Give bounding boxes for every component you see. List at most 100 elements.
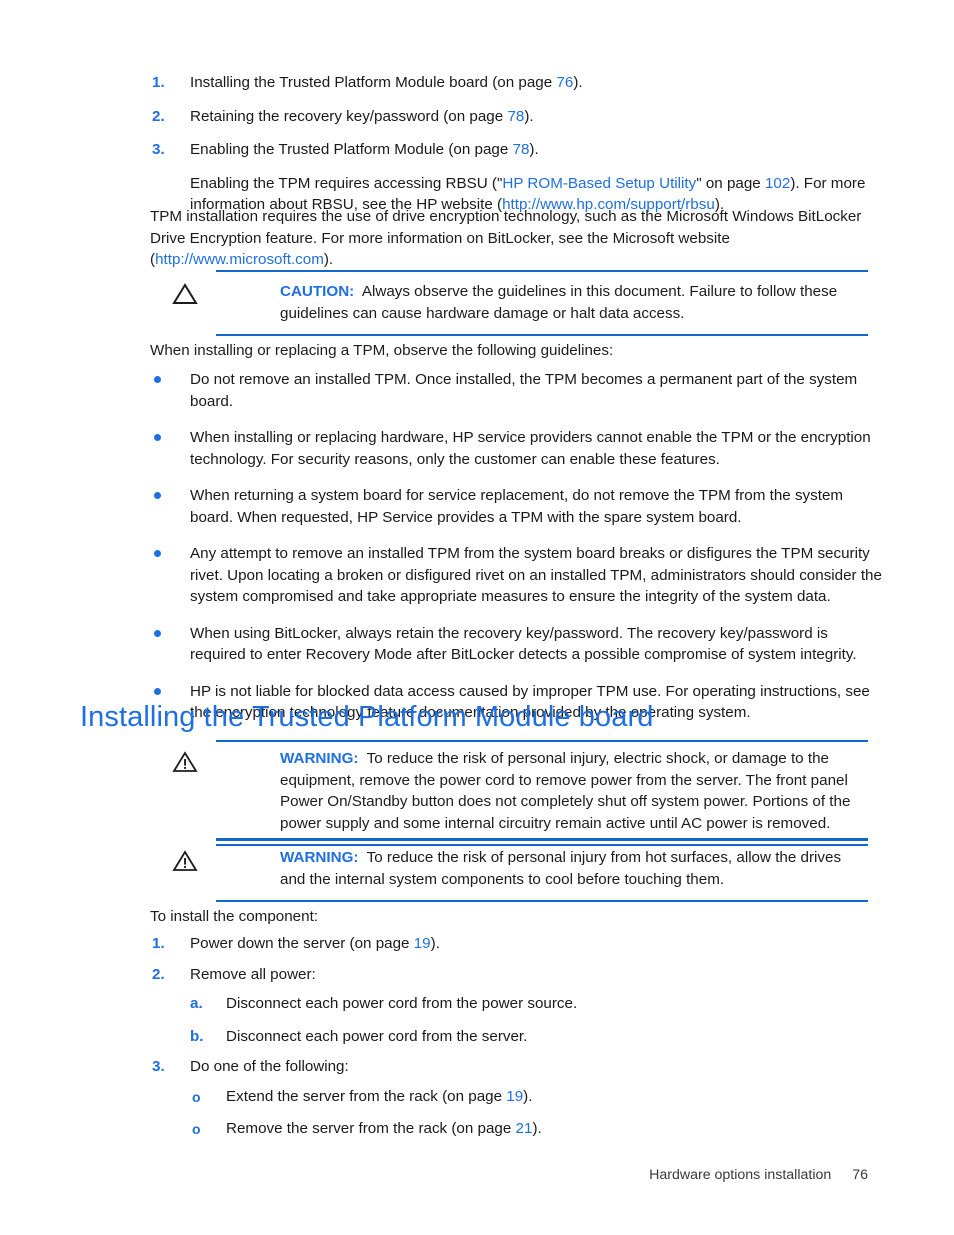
footer-section-label: Hardware options installation [649, 1167, 832, 1183]
document-page: 1. Installing the Trusted Platform Modul… [0, 0, 954, 1235]
caution-bottom-rule [216, 334, 868, 336]
caution-text: CAUTION: Always observe the guidelines i… [280, 283, 837, 322]
list-item: 2. Remove all power: a. Disconnect each … [142, 964, 882, 1048]
warning-admonition-2: WARNING: To reduce the risk of personal … [140, 838, 868, 902]
page-reference-link[interactable]: 76 [556, 74, 573, 91]
caution-triangle-icon [172, 282, 198, 306]
list-marker: o [192, 1088, 201, 1105]
step-text: Installing the Trusted Platform Module b… [190, 74, 557, 91]
bullet-icon [154, 376, 161, 383]
bullet-icon [154, 550, 161, 557]
guideline-text: When installing or replacing hardware, H… [190, 429, 871, 468]
warning-2-bottom-rule [216, 900, 868, 902]
warning-triangle-icon [172, 849, 198, 873]
list-marker: 1. [152, 935, 165, 952]
warning-1-body: WARNING: To reduce the risk of personal … [140, 742, 868, 844]
guideline-text: Do not remove an installed TPM. Once ins… [190, 371, 858, 410]
list-item-text: Retaining the recovery key/password (on … [190, 106, 882, 128]
list-item: o Remove the server from the rack (on pa… [190, 1118, 882, 1140]
page-reference-link[interactable]: 19 [414, 935, 431, 952]
page-title: Installing the Trusted Platform Module b… [80, 701, 654, 733]
guideline-text: When using BitLocker, always retain the … [190, 624, 857, 664]
warning-2-text: WARNING: To reduce the risk of personal … [280, 849, 841, 888]
list-item-text: Enabling the Trusted Platform Module (on… [190, 139, 882, 161]
lettered-sub-list: a. Disconnect each power cord from the p… [190, 993, 882, 1047]
warning-2-body: WARNING: To reduce the risk of personal … [140, 841, 868, 900]
list-item: Do not remove an installed TPM. Once ins… [142, 369, 882, 412]
list-marker: 2. [152, 965, 165, 983]
caution-body: CAUTION: Always observe the guidelines i… [140, 272, 868, 334]
guidelines-intro: When installing or replacing a TPM, obse… [150, 342, 614, 359]
sub-option-text: Extend the server from the rack (on page… [226, 1086, 882, 1108]
list-marker: 2. [152, 107, 165, 125]
caution-admonition: CAUTION: Always observe the guidelines i… [140, 270, 868, 336]
option-text: Extend the server from the rack (on page [226, 1087, 507, 1105]
warning-spacer [358, 849, 366, 866]
warning-spacer [358, 750, 366, 767]
top-steps-list: 1. Installing the Trusted Platform Modul… [142, 72, 882, 222]
install-steps-list: 1. Power down the server (on page 19). 2… [142, 933, 882, 1151]
list-item: o Extend the server from the rack (on pa… [190, 1086, 882, 1108]
step-text-tail: ). [524, 107, 534, 125]
sub-step-text: Disconnect each power cord from the powe… [226, 995, 578, 1012]
step-text-tail: ). [430, 935, 440, 952]
caution-label: CAUTION: [280, 283, 355, 300]
bullet-icon [154, 629, 161, 637]
step-text-tail: ). [573, 74, 583, 91]
page-reference-link[interactable]: 21 [516, 1120, 533, 1137]
list-item: 1. Power down the server (on page 19). [142, 933, 882, 955]
list-item-text: Installing the Trusted Platform Module b… [190, 72, 882, 94]
page-footer: Hardware options installation 76 [0, 1167, 868, 1183]
option-sub-list: o Extend the server from the rack (on pa… [190, 1086, 882, 1140]
microsoft-url-link[interactable]: http://www.microsoft.com [155, 251, 324, 268]
tpm-text-2: ). [323, 251, 334, 268]
guidelines-bullet-list: Do not remove an installed TPM. Once ins… [142, 369, 882, 739]
sub-option-text: Remove the server from the rack (on page… [226, 1118, 882, 1140]
list-marker: 1. [152, 74, 165, 91]
page-reference-link[interactable]: 19 [506, 1088, 523, 1105]
list-item: When returning a system board for servic… [142, 485, 882, 528]
list-item: b. Disconnect each power cord from the s… [190, 1026, 882, 1048]
bullet-icon [154, 434, 161, 441]
warning-1-text: WARNING: To reduce the risk of personal … [280, 750, 850, 832]
caution-spacer [354, 283, 362, 300]
tpm-installation-paragraph: TPM installation requires the use of dri… [150, 206, 874, 271]
list-marker: o [192, 1121, 201, 1137]
bullet-icon [154, 687, 161, 695]
list-item: 3. Do one of the following: o Extend the… [142, 1056, 882, 1140]
warning-label: WARNING: [280, 849, 359, 866]
step-text: Enabling the Trusted Platform Module (on… [190, 141, 513, 158]
list-item-text: Power down the server (on page 19). [190, 933, 882, 955]
list-item: Any attempt to remove an installed TPM f… [142, 543, 882, 608]
list-item-text: Do one of the following: [190, 1058, 349, 1075]
sub-step-text: Disconnect each power cord from the serv… [226, 1027, 528, 1045]
list-item: 3. Enabling the Trusted Platform Module … [142, 139, 882, 216]
list-item: When installing or replacing hardware, H… [142, 427, 882, 470]
page-reference-link[interactable]: 102 [765, 175, 790, 192]
list-item: 1. Installing the Trusted Platform Modul… [142, 72, 882, 94]
install-intro: To install the component: [150, 908, 319, 925]
option-text-tail: ). [523, 1087, 533, 1105]
warning-triangle-icon [172, 750, 198, 774]
list-marker: 3. [152, 141, 165, 158]
list-marker: a. [190, 995, 203, 1012]
list-marker: b. [190, 1027, 204, 1045]
list-item-text: Remove all power: [190, 965, 316, 983]
list-item: a. Disconnect each power cord from the p… [190, 993, 882, 1015]
page-reference-link[interactable]: 78 [513, 141, 530, 158]
rbsu-text-2: " on page [696, 174, 765, 192]
list-item: 2. Retaining the recovery key/password (… [142, 106, 882, 128]
page-reference-link[interactable]: 78 [507, 108, 524, 125]
step-text: Retaining the recovery key/password (on … [190, 107, 508, 125]
step-text-tail: ). [529, 141, 539, 158]
list-marker: 3. [152, 1058, 165, 1075]
bullet-icon [154, 492, 161, 499]
warning-label: WARNING: [280, 750, 359, 767]
rbsu-utility-link[interactable]: HP ROM-Based Setup Utility [502, 175, 696, 192]
footer-page-number: 76 [852, 1167, 868, 1183]
guideline-text: When returning a system board for servic… [190, 487, 844, 526]
step-text: Power down the server (on page [190, 935, 414, 952]
list-item: When using BitLocker, always retain the … [142, 623, 882, 666]
warning-admonition-1: WARNING: To reduce the risk of personal … [140, 740, 868, 846]
guideline-text: Any attempt to remove an installed TPM f… [190, 545, 882, 605]
